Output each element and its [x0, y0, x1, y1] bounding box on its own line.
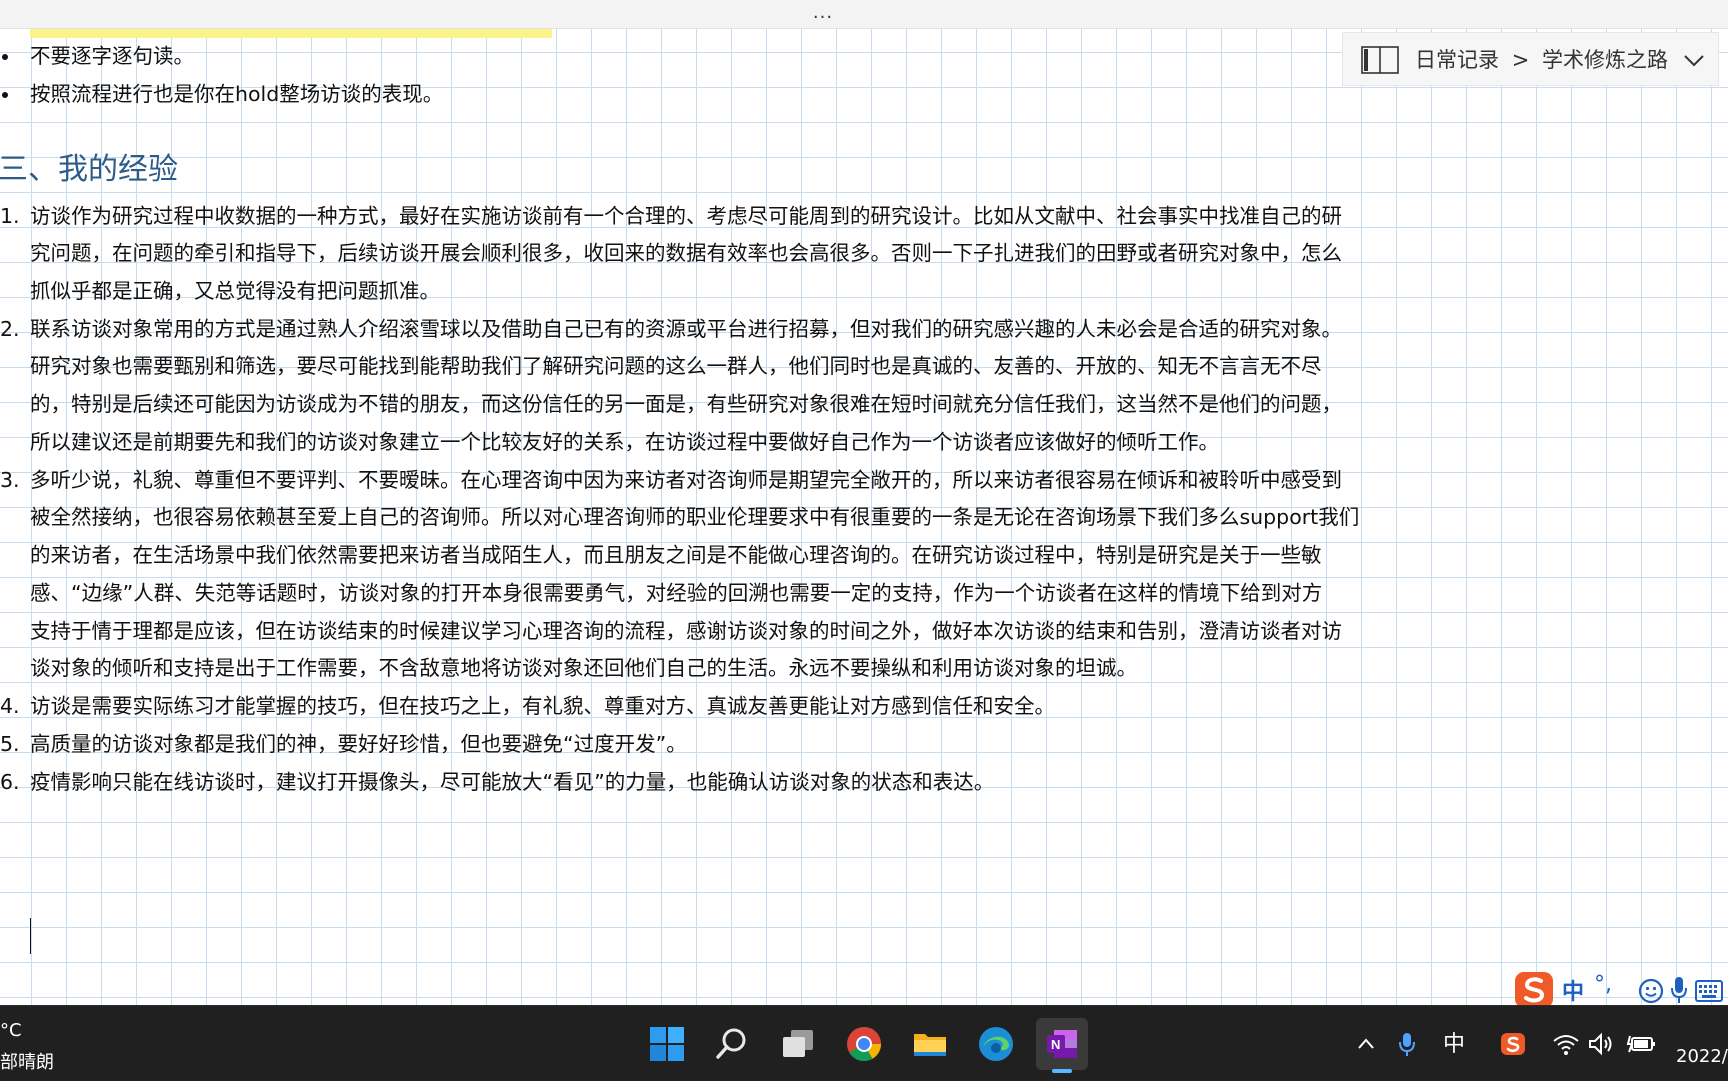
section-heading[interactable]: 三、我的经验 [0, 148, 178, 192]
list-item-line[interactable]: 的来访者，在生活场景中我们依然需要把来访者当成陌生人，而且朋友之间是不能做心理咨… [30, 537, 1322, 575]
microphone-icon[interactable] [1670, 976, 1688, 1004]
onenote-button[interactable]: N [1036, 1018, 1088, 1070]
bullet-dot [2, 92, 8, 98]
weather-description: 部晴朗 [0, 1052, 54, 1073]
active-app-indicator [1052, 1069, 1072, 1073]
show-hidden-icons-chevron-up-icon[interactable] [1356, 1030, 1376, 1058]
list-item-line[interactable]: 谈对象的倾听和支持是出于工作需要，不含敌意地将访谈对象还回他们自己的生活。永远不… [30, 650, 1137, 688]
tray-ime-mode-indicator[interactable]: 中 [1443, 1026, 1465, 1058]
list-number: 6. [0, 770, 20, 794]
list-item-line[interactable]: 访谈是需要实际练习才能掌握的技巧，但在技巧之上，有礼貌、尊重对方、真诚友善更能让… [30, 688, 1055, 726]
list-item-line[interactable]: 支持于情于理都是应该，但在访谈结束的时候建议学习心理咨询的流程，感谢访谈对象的时… [30, 613, 1342, 651]
breadcrumb-path[interactable]: 日常记录 > 学术修炼之路 [1415, 33, 1668, 87]
search-icon [716, 1028, 746, 1059]
ime-mode-toggle[interactable]: 中 [1562, 974, 1584, 1005]
onenote-icon: N [1047, 1030, 1077, 1058]
list-item-line[interactable]: 联系访谈对象常用的方式是通过熟人介绍滚雪球以及借助自己已有的资源或平台进行招募，… [30, 311, 1342, 349]
keyboard-icon[interactable] [1695, 980, 1723, 1002]
file-explorer-button[interactable] [904, 1018, 956, 1070]
list-item-line[interactable]: 疫情影响只能在线访谈时，建议打开摄像头，尽可能放大“看见”的力量，也能确认访谈对… [30, 764, 994, 802]
bullet-item[interactable]: 按照流程进行也是你在hold整场访谈的表现。 [2, 76, 444, 114]
notebook-breadcrumb[interactable]: 日常记录 > 学术修炼之路 [1342, 32, 1719, 86]
breadcrumb-section[interactable]: 学术修炼之路 [1542, 48, 1668, 72]
windows-start-icon [650, 1027, 684, 1061]
list-item-line[interactable]: 的，特别是后续还可能因为访谈成为不错的朋友，而这份信任的另一面是，有些研究对象很… [30, 386, 1342, 424]
ime-toolbar[interactable]: 中 °, [1514, 970, 1728, 1005]
list-item-line[interactable]: 访谈作为研究过程中收数据的一种方式，最好在实施访谈前有一个合理的、考虑尽可能周到… [30, 198, 1342, 236]
system-clock-date[interactable]: 2022/6 [1676, 1046, 1728, 1067]
list-item-line[interactable]: 究问题，在问题的牵引和指导下，后续访谈开展会顺利很多，收回来的数据有效率也会高很… [30, 235, 1342, 273]
bullet-text: 按照流程进行也是你在hold整场访谈的表现。 [30, 82, 444, 106]
battery-icon[interactable] [1626, 1030, 1656, 1058]
bullet-item[interactable]: 不要逐字逐句读。 [2, 38, 194, 76]
list-item-line[interactable]: 抓似乎都是正确，又总觉得没有把问题抓准。 [30, 273, 440, 311]
edge-icon [979, 1027, 1013, 1061]
more-options-button[interactable]: ... [808, 2, 838, 24]
emoji-icon[interactable] [1638, 978, 1664, 1004]
text-cursor [30, 918, 31, 954]
weather-temperature: °C [0, 1020, 22, 1041]
window-top-strip: ... [0, 0, 1728, 29]
list-number: 3. [0, 468, 20, 492]
list-item-line[interactable]: 被全然接纳，也很容易依赖甚至爱上自己的咨询师。所以对心理咨询师的职业伦理要求中有… [30, 499, 1359, 537]
folder-icon [914, 1034, 946, 1056]
chrome-icon [847, 1027, 881, 1061]
notebook-icon [1361, 46, 1399, 74]
list-number: 2. [0, 317, 20, 341]
list-number: 4. [0, 694, 20, 718]
task-view-icon [783, 1030, 813, 1057]
list-number: 5. [0, 732, 20, 756]
microphone-tray-icon[interactable] [1398, 1030, 1416, 1058]
sogou-ime-logo-icon[interactable] [1514, 970, 1556, 1005]
list-item-line[interactable]: 高质量的访谈对象都是我们的神，要好好珍惜，但也要避免“过度开发”。 [30, 726, 687, 764]
list-item-line[interactable]: 感、“边缘”人群、失范等话题时，访谈对象的打开本身很需要勇气，对经验的回溯也需要… [30, 575, 1322, 613]
list-item-line[interactable]: 所以建议还是前期要先和我们的访谈对象建立一个比较友好的关系，在访谈过程中要做好自… [30, 424, 1219, 462]
bullet-dot [2, 54, 8, 60]
breadcrumb-notebook[interactable]: 日常记录 [1415, 48, 1499, 72]
bullet-text: 不要逐字逐句读。 [30, 44, 194, 68]
note-page-canvas[interactable]: 不要逐字逐句读。 按照流程进行也是你在hold整场访谈的表现。 三、我的经验 1… [0, 0, 1728, 1005]
highlighted-text-remnant [30, 28, 552, 38]
edge-button[interactable] [970, 1018, 1022, 1070]
volume-icon[interactable] [1588, 1030, 1614, 1058]
start-button[interactable] [641, 1018, 693, 1070]
breadcrumb-separator: > [1511, 48, 1530, 72]
task-view-button[interactable] [772, 1018, 824, 1070]
sogou-tray-icon[interactable] [1500, 1030, 1526, 1058]
wifi-icon[interactable] [1552, 1030, 1580, 1058]
taskbar: °C 部晴朗 N 中 2022/ [0, 1005, 1728, 1081]
list-item-line[interactable]: 多听少说，礼貌、尊重但不要评判、不要暧昧。在心理咨询中因为来访者对咨询师是期望完… [30, 462, 1342, 500]
chevron-down-icon[interactable] [1683, 50, 1705, 70]
chrome-button[interactable] [838, 1018, 890, 1070]
list-item-line[interactable]: 研究对象也需要甄别和筛选，要尽可能找到能帮助我们了解研究问题的这么一群人，他们同… [30, 348, 1322, 386]
ime-punctuation-toggle[interactable]: °, [1594, 972, 1612, 997]
search-button[interactable] [706, 1018, 758, 1070]
list-number: 1. [0, 204, 20, 228]
svg-text:N: N [1051, 1037, 1060, 1052]
